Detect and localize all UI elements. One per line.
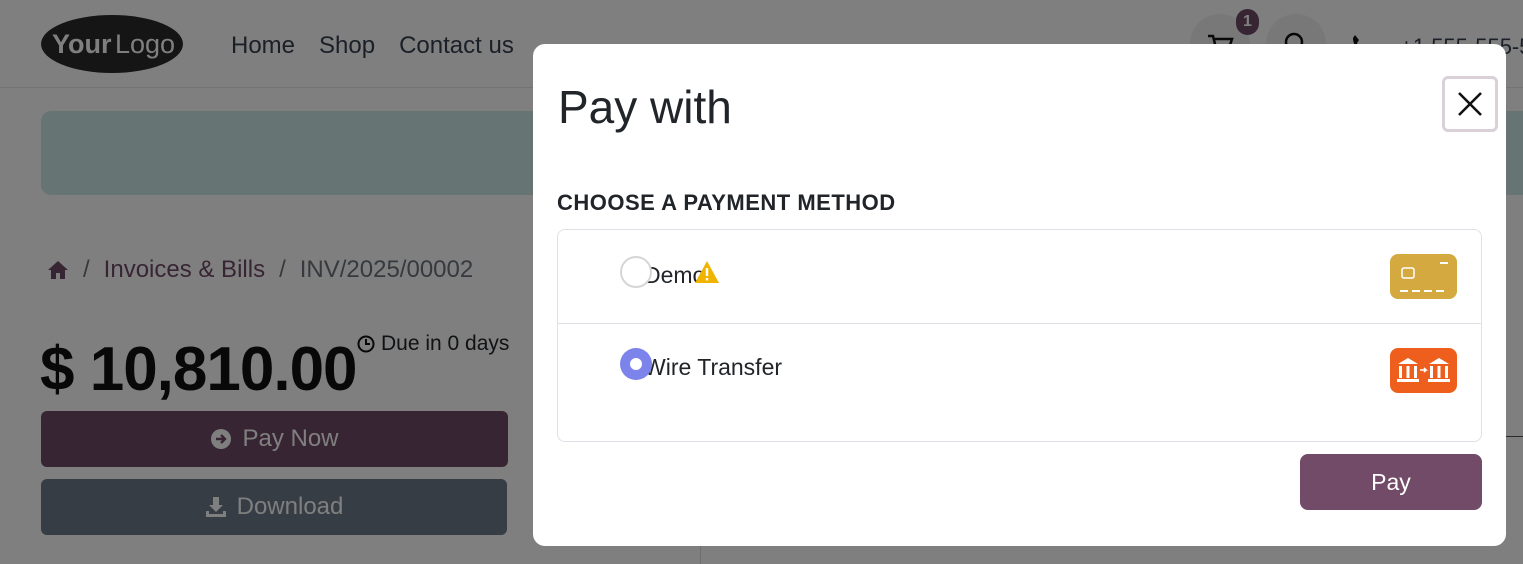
modal-title: Pay with (558, 81, 732, 133)
payment-method-radio[interactable] (620, 348, 652, 380)
payment-method-heading: CHOOSE A PAYMENT METHOD (557, 190, 896, 215)
warning-icon (695, 261, 719, 283)
payment-method-demo[interactable]: Demo (558, 230, 1481, 324)
payment-modal: Pay with CHOOSE A PAYMENT METHOD Demo Wi… (533, 44, 1506, 546)
payment-method-list: Demo Wire Transfer (557, 229, 1482, 442)
close-button[interactable] (1442, 76, 1498, 132)
payment-method-radio[interactable] (620, 256, 652, 288)
credit-card-icon (1390, 254, 1457, 299)
pay-button[interactable]: Pay (1300, 454, 1482, 510)
close-icon (1458, 92, 1482, 116)
payment-method-label: Wire Transfer (644, 354, 783, 380)
payment-method-wire-transfer[interactable]: Wire Transfer (558, 324, 1481, 441)
bank-transfer-icon (1390, 348, 1457, 393)
